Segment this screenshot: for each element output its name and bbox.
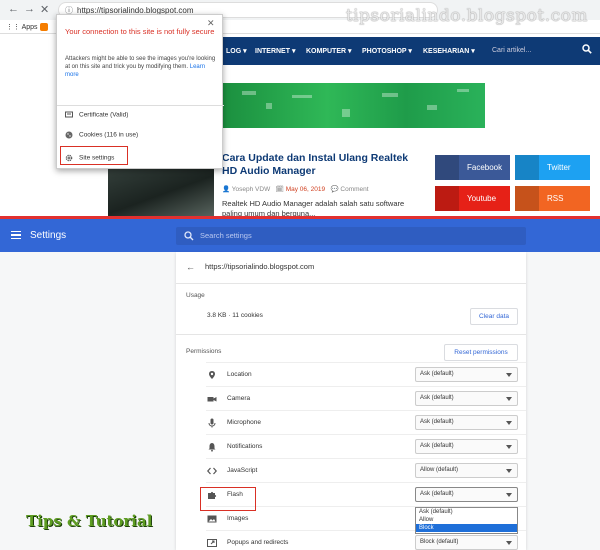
search-placeholder: Search settings — [200, 231, 252, 240]
location-icon — [209, 371, 215, 379]
camera-select[interactable]: Ask (default) — [415, 391, 518, 406]
apps-shortcut[interactable]: ⋮⋮ Apps — [6, 23, 38, 31]
chevron-down-icon — [506, 493, 512, 497]
certificate-icon — [65, 111, 73, 118]
usage-text: 3.8 KB · 11 cookies — [207, 312, 263, 319]
rss-icon — [515, 186, 539, 211]
clear-data-button[interactable]: Clear data — [470, 308, 518, 325]
option-ask[interactable]: Ask (default) — [416, 508, 517, 516]
nav-item-komputer[interactable]: KOMPUTER ▾ — [306, 47, 352, 55]
youtube-icon — [435, 186, 459, 211]
bell-icon — [208, 443, 216, 452]
nav-item-keseharian[interactable]: KESEHARIAN ▾ — [423, 47, 475, 55]
stop-icon[interactable]: ✕ — [40, 3, 49, 16]
watermark-text: tipsorialindo.blogspot.com — [345, 6, 588, 26]
permission-row-javascript: JavaScript Allow (default) — [206, 458, 526, 482]
permissions-heading: Permissions — [186, 348, 222, 355]
browser-window: ← → ✕ ⓘ https://tipsorialindo.blogspot.c… — [0, 0, 600, 218]
popup-icon — [207, 539, 217, 547]
certificate-item[interactable]: Certificate (Valid) — [65, 111, 128, 119]
code-icon — [207, 467, 217, 475]
security-warning-body: Attackers might be able to see the image… — [65, 56, 216, 78]
ad-banner[interactable] — [222, 83, 485, 128]
article-meta: 👤 Yoseph VDW 🗓 May 06, 2019 💬 Comment — [222, 186, 369, 193]
blogger-bookmark-icon[interactable] — [40, 23, 48, 31]
image-icon — [207, 515, 217, 523]
permission-row-notifications: Notifications Ask (default) — [206, 434, 526, 458]
location-select[interactable]: Ask (default) — [415, 367, 518, 382]
back-arrow-icon[interactable]: ← — [8, 3, 19, 15]
menu-icon[interactable] — [11, 231, 21, 239]
security-warning-title: Your connection to this site is not full… — [65, 27, 215, 36]
settings-title: Settings — [30, 230, 67, 241]
back-arrow-icon[interactable]: ← — [186, 262, 195, 272]
divider — [176, 334, 526, 335]
usage-heading: Usage — [186, 292, 205, 299]
nav-item-internet[interactable]: INTERNET ▾ — [255, 47, 295, 55]
social-rss-button[interactable]: RSS — [515, 186, 590, 211]
flash-select[interactable]: Ask (default) — [415, 487, 518, 502]
popup-divider — [57, 105, 224, 106]
option-block[interactable]: Block — [416, 524, 517, 532]
social-youtube-button[interactable]: Youtube — [435, 186, 510, 211]
settings-search-input[interactable]: Search settings — [176, 227, 526, 245]
chevron-down-icon — [506, 469, 512, 473]
javascript-select[interactable]: Allow (default) — [415, 463, 518, 478]
notifications-select[interactable]: Ask (default) — [415, 439, 518, 454]
article-date: May 06, 2019 — [285, 186, 326, 193]
article-comment[interactable]: Comment — [340, 186, 368, 193]
social-twitter-button[interactable]: Twitter — [515, 155, 590, 180]
tips-tutorial-logo: Tips & Tutorial — [26, 512, 153, 530]
reset-permissions-button[interactable]: Reset permissions — [444, 344, 518, 361]
permission-row-camera: Camera Ask (default) — [206, 386, 526, 410]
article-title[interactable]: Cara Update dan Instal Ulang Realtek HD … — [222, 152, 422, 178]
settings-page: Settings Search settings ← https://tipso… — [0, 219, 600, 550]
facebook-icon — [435, 155, 459, 180]
flash-options-dropdown[interactable]: Ask (default) Allow Block — [415, 507, 518, 534]
article-author: Yoseph VDW — [231, 186, 271, 193]
camera-icon — [207, 397, 217, 402]
search-icon — [184, 231, 194, 241]
settings-header: Settings Search settings — [0, 219, 600, 252]
popups-select[interactable]: Block (default) — [415, 535, 518, 550]
chevron-down-icon — [506, 421, 512, 425]
microphone-select[interactable]: Ask (default) — [415, 415, 518, 430]
nav-item-blog[interactable]: LOG ▾ — [226, 47, 247, 55]
flash-highlight — [200, 487, 256, 511]
chevron-down-icon — [506, 397, 512, 401]
option-allow[interactable]: Allow — [416, 516, 517, 524]
permission-row-microphone: Microphone Ask (default) — [206, 410, 526, 434]
social-facebook-button[interactable]: Facebook — [435, 155, 510, 180]
microphone-icon — [208, 418, 216, 428]
nav-item-photoshop[interactable]: PHOTOSHOP ▾ — [362, 47, 412, 55]
chevron-down-icon — [506, 445, 512, 449]
site-settings-highlight — [60, 146, 128, 165]
divider — [176, 283, 526, 284]
twitter-icon — [515, 155, 539, 180]
chevron-down-icon — [506, 373, 512, 377]
forward-arrow-icon[interactable]: → — [24, 3, 35, 15]
cookies-item[interactable]: Cookies (116 in use) — [65, 131, 138, 139]
cookie-icon — [65, 131, 73, 139]
search-icon[interactable] — [582, 44, 592, 54]
chevron-down-icon — [506, 541, 512, 545]
site-url: https://tipsorialindo.blogspot.com — [205, 262, 315, 271]
permission-row-location: Location Ask (default) — [206, 362, 526, 386]
